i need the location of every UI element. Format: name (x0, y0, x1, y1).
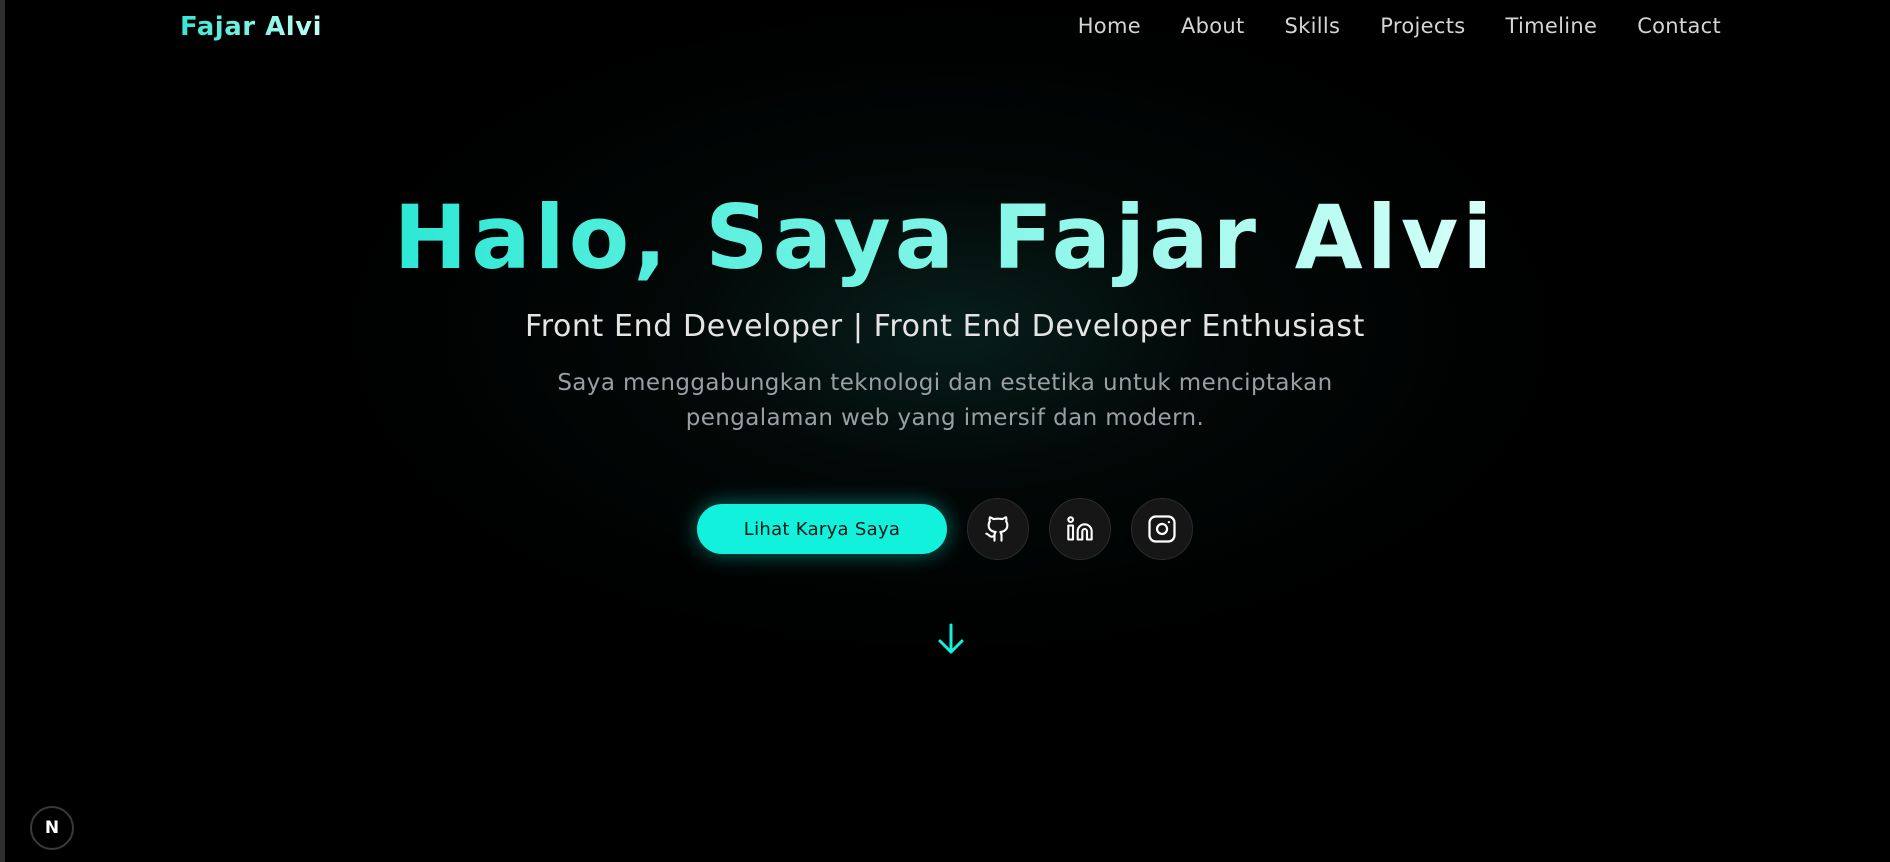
scroll-down-link[interactable] (936, 622, 966, 656)
brand-logo[interactable]: Fajar Alvi (180, 12, 322, 42)
top-navigation: Fajar Alvi Home About Skills Projects Ti… (0, 0, 1890, 58)
hero-description: Saya menggabungkan teknologi dan estetik… (557, 369, 1333, 431)
nav-link-skills[interactable]: Skills (1285, 14, 1341, 38)
hero-section: Halo, Saya Fajar Alvi Front End Develope… (0, 186, 1890, 436)
nextjs-dev-badge[interactable]: N (30, 806, 74, 850)
linkedin-link[interactable] (1049, 498, 1111, 560)
hero-title: Halo, Saya Fajar Alvi (393, 186, 1497, 289)
instagram-link[interactable] (1131, 498, 1193, 560)
nav-link-projects[interactable]: Projects (1380, 14, 1465, 38)
arrow-down-icon (936, 623, 966, 660)
linkedin-icon (1066, 515, 1094, 543)
github-icon (984, 515, 1012, 543)
nextjs-icon: N (44, 818, 60, 838)
nav-link-contact[interactable]: Contact (1637, 14, 1721, 38)
hero-subtitle: Front End Developer | Front End Develope… (525, 308, 1365, 344)
nav-link-home[interactable]: Home (1078, 14, 1141, 38)
nav-link-timeline[interactable]: Timeline (1505, 14, 1597, 38)
github-link[interactable] (967, 498, 1029, 560)
hero-actions: Lihat Karya Saya (0, 498, 1890, 560)
nav-links: Home About Skills Projects Timeline Cont… (1078, 14, 1721, 38)
instagram-icon (1147, 514, 1177, 544)
nav-link-about[interactable]: About (1181, 14, 1245, 38)
view-work-button[interactable]: Lihat Karya Saya (697, 504, 947, 554)
